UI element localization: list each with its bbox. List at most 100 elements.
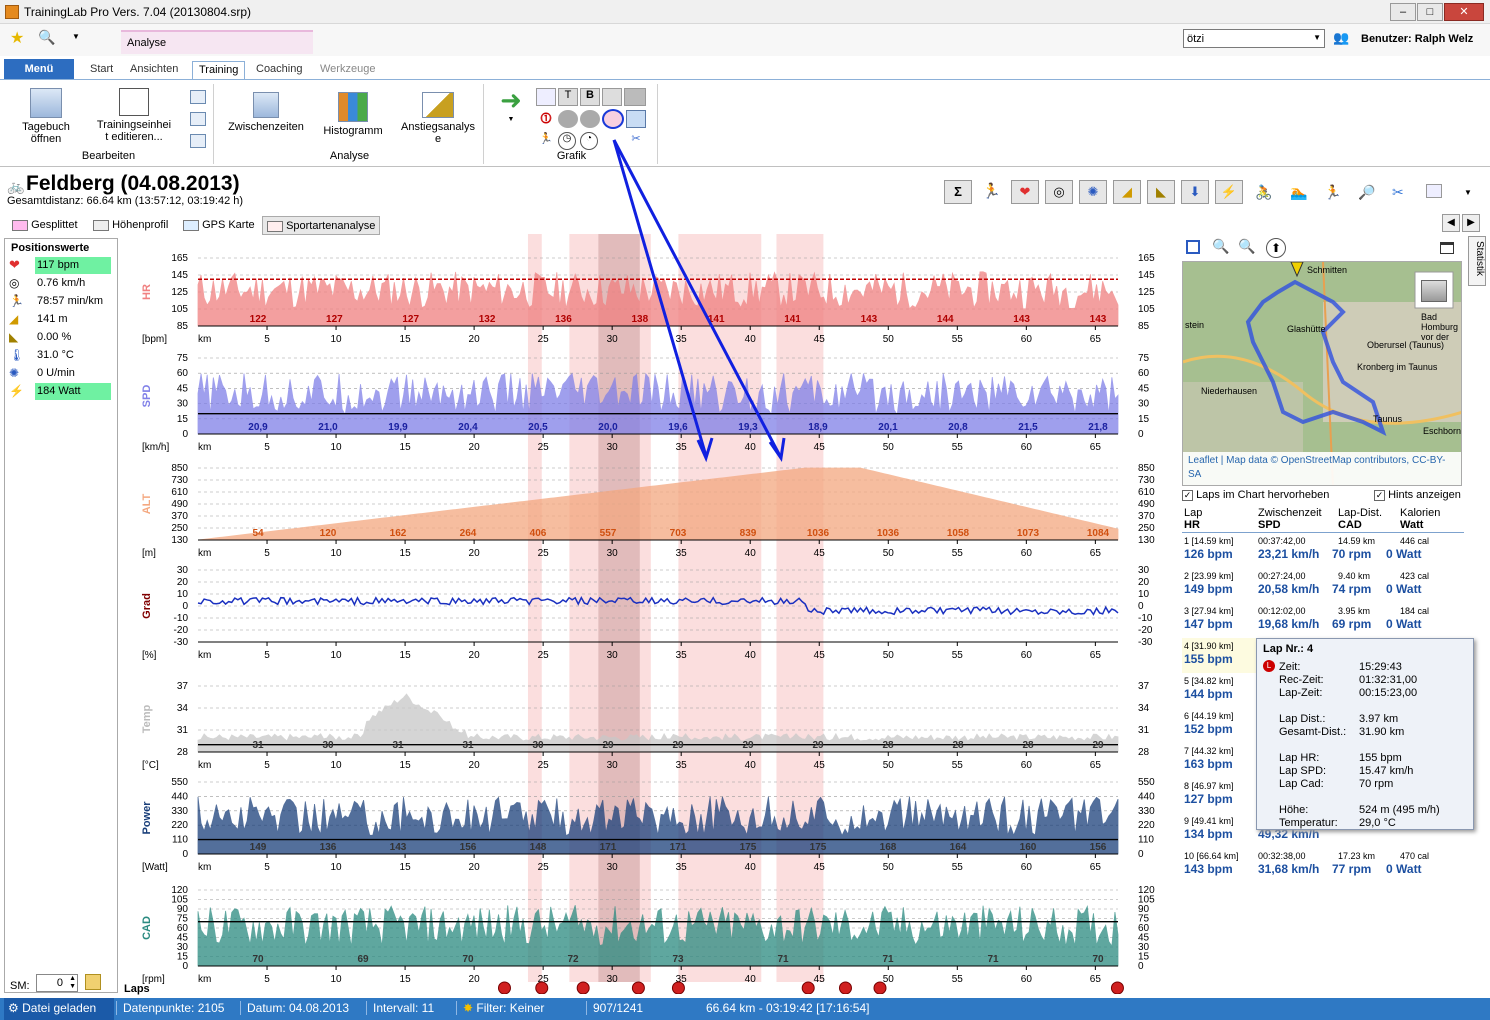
lap-marker-icon[interactable]: ⓵ [536, 110, 556, 128]
sm-stepper[interactable]: 0 ▲ ▼ [36, 974, 78, 992]
statistik-side-tab[interactable]: Statistik [1468, 236, 1486, 286]
close-button[interactable]: ✕ [1444, 3, 1484, 21]
analysis-charts[interactable]: 85 85105 105125 125145 145165 165122 127 127 132… [118, 234, 1168, 995]
subtab-sportartenanalyse[interactable]: Sportartenanalyse [262, 216, 381, 235]
tab-training[interactable]: Training [192, 61, 246, 79]
zoom-in-icon[interactable]: 🔍 [1212, 238, 1229, 255]
tagebuch-button[interactable]: Tagebuch öffnen [16, 88, 76, 145]
brush-icon[interactable] [602, 88, 622, 106]
circle-gray-icon[interactable] [558, 110, 578, 128]
y-tick-label-right: 30 [1138, 942, 1150, 953]
run-gray-icon[interactable]: 🏃 [1324, 184, 1341, 201]
swim-icon[interactable]: 🏊 [1290, 184, 1307, 201]
tab-ansichten[interactable]: Ansichten [124, 61, 184, 79]
y-tick-label: 850 [171, 463, 188, 474]
x-tick-label: 50 [883, 548, 895, 559]
lap-value-label: 148 [530, 842, 547, 853]
histogramm-button[interactable]: Histogramm [316, 92, 390, 137]
chevron-down-icon[interactable]: ▼ [1464, 188, 1472, 197]
qa-dropdown-icon[interactable]: ▼ [72, 32, 80, 41]
altitude-button[interactable]: ◢ [1113, 180, 1141, 204]
gps-map[interactable]: Schmitten Glashütte Oberursel (Taunus) K… [1182, 261, 1462, 486]
layers-icon[interactable] [1421, 280, 1447, 302]
x-tick-label: 10 [330, 442, 342, 453]
chart-color-icon[interactable] [1426, 184, 1442, 198]
y-tick-label: 30 [177, 565, 189, 576]
lap-value-label: 28 [1022, 740, 1034, 751]
anstiegsanalyse-button[interactable]: Anstiegsanalys e [400, 92, 476, 145]
minimize-button[interactable]: – [1390, 3, 1416, 21]
runner-icon[interactable]: 🏃 [982, 182, 1001, 200]
lap-value-label: 136 [555, 314, 572, 325]
maximize-button[interactable]: □ [1417, 3, 1443, 21]
cyclist-icon[interactable]: 🚴 [1255, 184, 1272, 201]
clock-icon[interactable]: ◷ [558, 132, 576, 150]
folder-icon[interactable] [85, 974, 101, 990]
zoom-icon[interactable]: 🔎 [1358, 184, 1375, 201]
map-nav-left[interactable]: ◀ [1442, 214, 1460, 232]
export-arrow-button[interactable]: ➜ ▼ [492, 87, 530, 126]
subtab-gesplittet[interactable]: Gesplittet [12, 218, 78, 234]
x-tick-label: 25 [538, 442, 550, 453]
subtab-gps-karte[interactable]: GPS Karte [183, 218, 255, 234]
lap-cell-cad: 69 rpm [1332, 617, 1372, 631]
text-icon[interactable]: T [558, 88, 578, 106]
series-area-temp [197, 693, 1119, 753]
star-icon[interactable]: ★ [10, 28, 24, 48]
x-tick-label: 5 [264, 862, 270, 873]
zwischenzeiten-button[interactable]: Zwischenzeiten [224, 92, 308, 133]
gradient-button[interactable]: ◣ [1147, 180, 1175, 204]
tab-werkzeuge[interactable]: Werkzeuge [314, 61, 381, 79]
user-select[interactable]: ötzi ▼ [1183, 29, 1325, 48]
window-icon[interactable] [1440, 242, 1454, 254]
cadence-button[interactable]: ✺ [1079, 180, 1107, 204]
zoom-extent-icon[interactable] [1186, 240, 1200, 254]
split-tool-icon[interactable]: ✂ [626, 132, 646, 150]
map-nav-right[interactable]: ▶ [1462, 214, 1480, 232]
checkbox-hints[interactable]: ✓ Hints anzeigen [1374, 489, 1461, 501]
table-row[interactable]: 2 [23.99 km] 00:27:24,00 9.40 km 423 cal 149… [1182, 568, 1464, 603]
trainingseinheit-button[interactable]: Trainingseinhei t editieren... [94, 88, 174, 143]
tab-coaching[interactable]: Coaching [250, 61, 308, 79]
x-tick-label: 50 [883, 442, 895, 453]
lap-value-label: 703 [670, 528, 687, 539]
temp-button[interactable]: ⬇ [1181, 180, 1209, 204]
power-button[interactable]: ⚡ [1215, 180, 1243, 204]
x-tick-label: 40 [745, 650, 757, 661]
x-tick-label: 35 [676, 442, 688, 453]
lap-value-label: 132 [479, 314, 496, 325]
panel-name: Grad [141, 593, 153, 619]
chart-icon[interactable] [536, 88, 556, 106]
upload-icon[interactable]: ⬆ [1266, 238, 1286, 258]
split-color-icon[interactable]: ✂ [1392, 184, 1404, 201]
runner-icon[interactable]: 🏃 [536, 132, 556, 150]
hints-icon[interactable] [602, 109, 624, 129]
split-icon[interactable] [190, 112, 206, 126]
panel-icon[interactable] [624, 88, 646, 106]
bold-icon[interactable]: B [580, 88, 600, 106]
lap-value-label: 29 [742, 740, 754, 751]
x-tick-label: 5 [264, 334, 270, 345]
zoom-out-icon[interactable]: 🔍 [1238, 238, 1255, 255]
circle-gray2-icon[interactable] [580, 110, 600, 128]
checkbox-laps[interactable]: ✓ Laps im Chart hervorheben [1182, 489, 1329, 501]
lap-value-label: 168 [880, 842, 897, 853]
lap-value-label: 156 [460, 842, 477, 853]
group-analyse: Zwischenzeiten Histogramm Anstiegsanalys… [216, 84, 484, 164]
x-tick-label: 30 [607, 760, 619, 771]
menu-button[interactable]: Menü [4, 59, 74, 79]
search-doc-icon[interactable]: 🔍 [38, 29, 55, 46]
copy-icon[interactable] [190, 134, 206, 148]
add-icon[interactable] [190, 90, 206, 104]
heart-button[interactable]: ❤ [1011, 180, 1039, 204]
tab-start[interactable]: Start [84, 61, 119, 79]
sum-button[interactable]: Σ [944, 180, 972, 204]
stopwatch-icon[interactable]: ◔ [580, 132, 598, 150]
table-row[interactable]: 3 [27.94 km] 00:12:02,00 3.95 km 184 cal 147… [1182, 603, 1464, 638]
subtab-hoehenprofil[interactable]: Höhenprofil [93, 218, 168, 234]
y-tick-label: 75 [177, 914, 189, 925]
table-row[interactable]: 1 [14.59 km] 00:37:42,00 14.59 km 446 cal 12… [1182, 533, 1464, 568]
speed-button[interactable]: ◎ [1045, 180, 1073, 204]
layers-icon[interactable] [626, 110, 646, 128]
table-row[interactable]: 10 [66.64 km] 00:32:38,00 17.23 km 470 cal 1… [1182, 848, 1464, 883]
